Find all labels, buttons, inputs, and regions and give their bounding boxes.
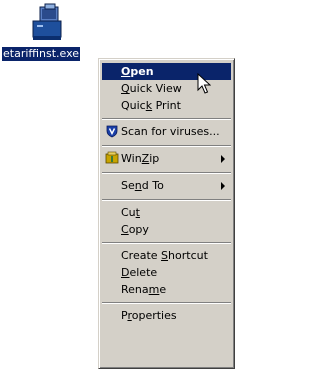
menu-item-properties[interactable]: Properties bbox=[102, 307, 231, 324]
winzip-icon bbox=[105, 151, 119, 164]
menu-separator bbox=[102, 118, 231, 120]
menu-item-rename[interactable]: Rename bbox=[102, 281, 231, 298]
menu-item-scan-for-viruses[interactable]: Scan for viruses... bbox=[102, 123, 231, 140]
menu-separator bbox=[102, 145, 231, 147]
menu-item-delete[interactable]: Delete bbox=[102, 264, 231, 281]
menu-separator bbox=[102, 172, 231, 174]
menu-item-label: Delete bbox=[121, 266, 158, 279]
menu-item-label: WinZip bbox=[121, 152, 160, 165]
mouse-pointer-icon bbox=[197, 73, 211, 94]
antivirus-shield-icon bbox=[106, 125, 118, 138]
menu-item-label: Create Shortcut bbox=[121, 249, 208, 262]
menu-item-label: Send To bbox=[121, 179, 164, 192]
menu-item-label: Scan for viruses... bbox=[121, 125, 220, 138]
menu-item-winzip[interactable]: WinZip bbox=[102, 150, 231, 167]
submenu-arrow-icon bbox=[221, 155, 225, 163]
menu-item-label: Copy bbox=[121, 223, 149, 236]
menu-separator bbox=[102, 242, 231, 244]
menu-item-quick-print[interactable]: Quick Print bbox=[102, 97, 231, 114]
menu-item-create-shortcut[interactable]: Create Shortcut bbox=[102, 247, 231, 264]
context-menu: Open Quick View Quick Print Scan for vir… bbox=[98, 58, 235, 369]
menu-item-label: Open bbox=[121, 65, 154, 78]
menu-separator bbox=[102, 199, 231, 201]
menu-item-label: Cut bbox=[121, 206, 140, 219]
menu-item-label: Quick View bbox=[121, 82, 182, 95]
desktop-file-icon[interactable]: etariffinst.exe bbox=[0, 0, 98, 62]
menu-item-cut[interactable]: Cut bbox=[102, 204, 231, 221]
menu-item-label: Properties bbox=[121, 309, 177, 322]
file-name-label: etariffinst.exe bbox=[2, 47, 81, 61]
menu-item-label: Quick Print bbox=[121, 99, 181, 112]
menu-item-label: Rename bbox=[121, 283, 167, 296]
submenu-arrow-icon bbox=[221, 182, 225, 190]
menu-item-quick-view[interactable]: Quick View bbox=[102, 80, 231, 97]
installer-computer-icon bbox=[32, 3, 62, 40]
menu-item-copy[interactable]: Copy bbox=[102, 221, 231, 238]
menu-item-send-to[interactable]: Send To bbox=[102, 177, 231, 194]
menu-item-open[interactable]: Open bbox=[102, 63, 231, 80]
menu-separator bbox=[102, 302, 231, 304]
